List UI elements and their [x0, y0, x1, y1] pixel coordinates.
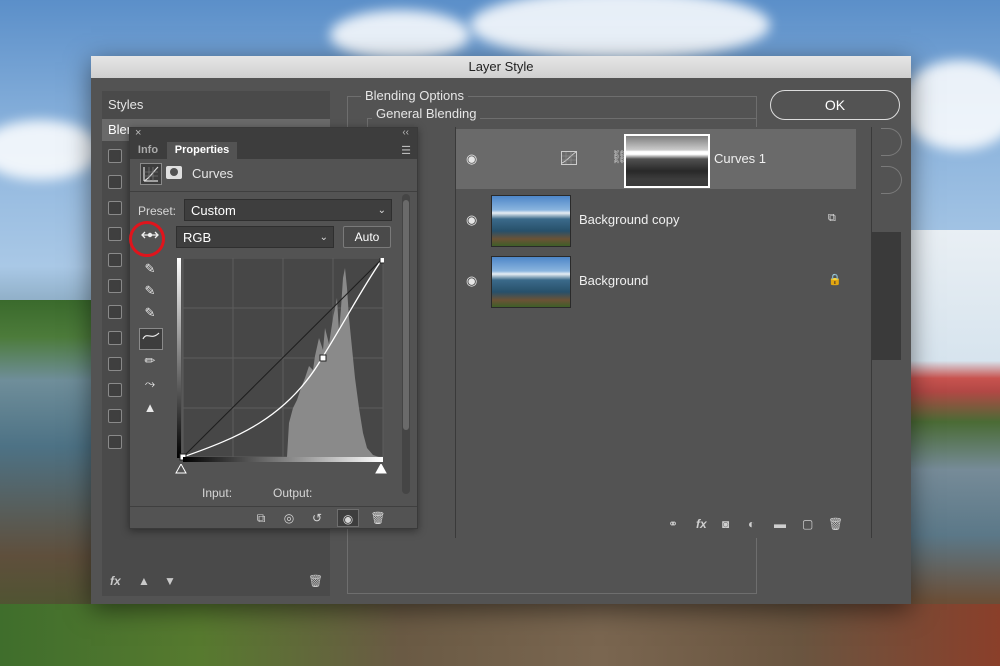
layer-thumbnail — [491, 195, 571, 247]
panel-tabs: Info Properties ☰ — [130, 142, 417, 159]
fx-icon[interactable]: fx — [110, 574, 121, 588]
thumbnail-image — [492, 257, 570, 307]
white-point-slider-icon[interactable] — [375, 464, 387, 474]
black-point-slider-icon[interactable] — [175, 464, 187, 474]
cloud — [330, 10, 470, 60]
preset-label: Preset: — [138, 204, 177, 218]
visibility-eye-icon[interactable]: ◉ — [337, 509, 359, 527]
layer-row[interactable]: ◉ Background 🔒 — [456, 251, 856, 311]
style-checkbox[interactable] — [108, 305, 122, 319]
trash-icon[interactable]: 🗑 — [367, 509, 389, 527]
gray-point-eyedropper-icon[interactable]: ✎ — [139, 281, 161, 301]
dialog-title: Layer Style — [91, 56, 911, 78]
style-checkbox[interactable] — [108, 383, 122, 397]
move-up-icon[interactable]: ▲ — [138, 574, 150, 588]
style-checkbox[interactable] — [108, 253, 122, 267]
style-checkbox[interactable] — [108, 435, 122, 449]
collapse-icon[interactable]: ‹‹ — [402, 127, 409, 138]
cloud — [470, 0, 770, 60]
panel-topbar: × ‹‹ — [130, 127, 417, 142]
new-layer-icon[interactable]: ▢ — [802, 517, 813, 531]
smooth-curve-icon[interactable]: ⤳ — [139, 374, 161, 394]
curves-header: Curves — [140, 163, 410, 185]
shore-bottom — [0, 604, 1000, 666]
properties-footer: ⧉ ◎ ↺ ◉ 🗑 — [130, 506, 417, 529]
reset-icon[interactable]: ↺ — [306, 509, 328, 527]
ok-button[interactable]: OK — [770, 90, 900, 120]
fx-icon[interactable]: fx — [696, 517, 707, 531]
input-label: Input: — [202, 486, 233, 500]
style-checkbox[interactable] — [108, 331, 122, 345]
layer-name: Background copy — [579, 212, 680, 227]
highlight-circle — [129, 221, 165, 257]
layer-thumbnail — [491, 256, 571, 308]
close-icon[interactable]: × — [135, 127, 141, 139]
styles-header[interactable]: Styles — [108, 97, 143, 112]
channel-select[interactable]: RGB ⌄ — [176, 226, 334, 248]
style-checkbox[interactable] — [108, 149, 122, 163]
shore-right — [910, 230, 1000, 666]
eye-icon[interactable]: ◉ — [466, 212, 477, 228]
black-point-eyedropper-icon[interactable]: ✎ — [139, 259, 161, 279]
general-blending-label: General Blending — [372, 106, 481, 121]
layer-mask-icon[interactable] — [166, 166, 182, 179]
curves-adjustment-icon[interactable] — [140, 163, 162, 185]
panel-menu-icon[interactable]: ☰ — [401, 144, 411, 157]
divider — [130, 191, 417, 192]
thumbnail-image — [492, 196, 570, 246]
eye-icon[interactable]: ◉ — [466, 273, 477, 289]
preset-value: Custom — [191, 203, 236, 218]
layer-name: Background — [579, 273, 649, 288]
white-point-eyedropper-icon[interactable]: ✎ — [139, 303, 161, 323]
thumbnail-image — [626, 136, 708, 186]
layer-row[interactable]: ◉ ⛓ Curves 1 — [456, 129, 856, 189]
curves-layer-icon — [561, 151, 577, 170]
style-checkbox[interactable] — [108, 357, 122, 371]
styles-footer: fx ▲ ▼ 🗑 — [102, 566, 330, 596]
chevron-down-icon: ⌄ — [319, 232, 328, 243]
style-checkbox[interactable] — [108, 201, 122, 215]
layer-name: Curves 1 — [714, 151, 767, 166]
clipping-warning-icon[interactable]: ▲ — [139, 398, 161, 418]
pencil-icon[interactable]: ✏ — [139, 351, 161, 371]
preset-select[interactable]: Custom ⌄ — [184, 199, 392, 221]
panel-scrollbar[interactable] — [402, 194, 410, 494]
move-down-icon[interactable]: ▼ — [164, 574, 176, 588]
chevron-down-icon: ⌄ — [377, 205, 386, 216]
cancel-button[interactable] — [881, 128, 902, 156]
auto-button[interactable]: Auto — [343, 226, 391, 248]
style-preview — [871, 232, 901, 360]
layers-footer: ⚭ fx ◙ ◐ ▬ ▢ 🗑 — [456, 514, 871, 536]
curves-graph[interactable] — [177, 256, 387, 463]
style-checkbox[interactable] — [108, 279, 122, 293]
channel-value: RGB — [183, 230, 212, 245]
layer-mask-thumbnail[interactable] — [624, 134, 710, 188]
lock-icon: 🔒 — [828, 274, 842, 286]
layers-panel: ◉ ⛓ Curves 1 ◉ Background copy ⧉ ◉ Backg… — [455, 127, 872, 538]
tab-properties[interactable]: Properties — [167, 142, 237, 159]
smart-object-icon: ⧉ — [828, 212, 836, 224]
style-checkbox[interactable] — [108, 175, 122, 189]
output-label: Output: — [273, 486, 313, 500]
curve-point-tool-icon[interactable] — [139, 328, 163, 350]
eye-icon[interactable]: ◉ — [466, 151, 477, 167]
trash-icon[interactable]: 🗑 — [828, 517, 843, 531]
cloud — [900, 60, 1000, 150]
new-group-icon[interactable]: ▬ — [774, 517, 786, 531]
properties-panel: × ‹‹ Info Properties ☰ Curves Preset: Cu… — [129, 127, 418, 529]
layer-row[interactable]: ◉ Background copy ⧉ — [456, 190, 856, 250]
blending-options-label: Blending Options — [361, 88, 469, 103]
new-style-button[interactable] — [881, 166, 902, 194]
trash-icon[interactable]: 🗑 — [308, 574, 323, 588]
add-mask-icon[interactable]: ◙ — [722, 517, 729, 531]
clip-to-layer-icon[interactable]: ⧉ — [250, 509, 272, 527]
cloud — [0, 120, 100, 180]
view-previous-state-icon[interactable]: ◎ — [278, 509, 300, 527]
style-checkbox[interactable] — [108, 409, 122, 423]
style-checkbox[interactable] — [108, 227, 122, 241]
link-layers-icon[interactable]: ⚭ — [668, 517, 678, 531]
panel-title: Curves — [192, 166, 234, 181]
tab-info[interactable]: Info — [133, 142, 163, 159]
adjustment-layer-icon[interactable]: ◐ — [748, 517, 755, 531]
